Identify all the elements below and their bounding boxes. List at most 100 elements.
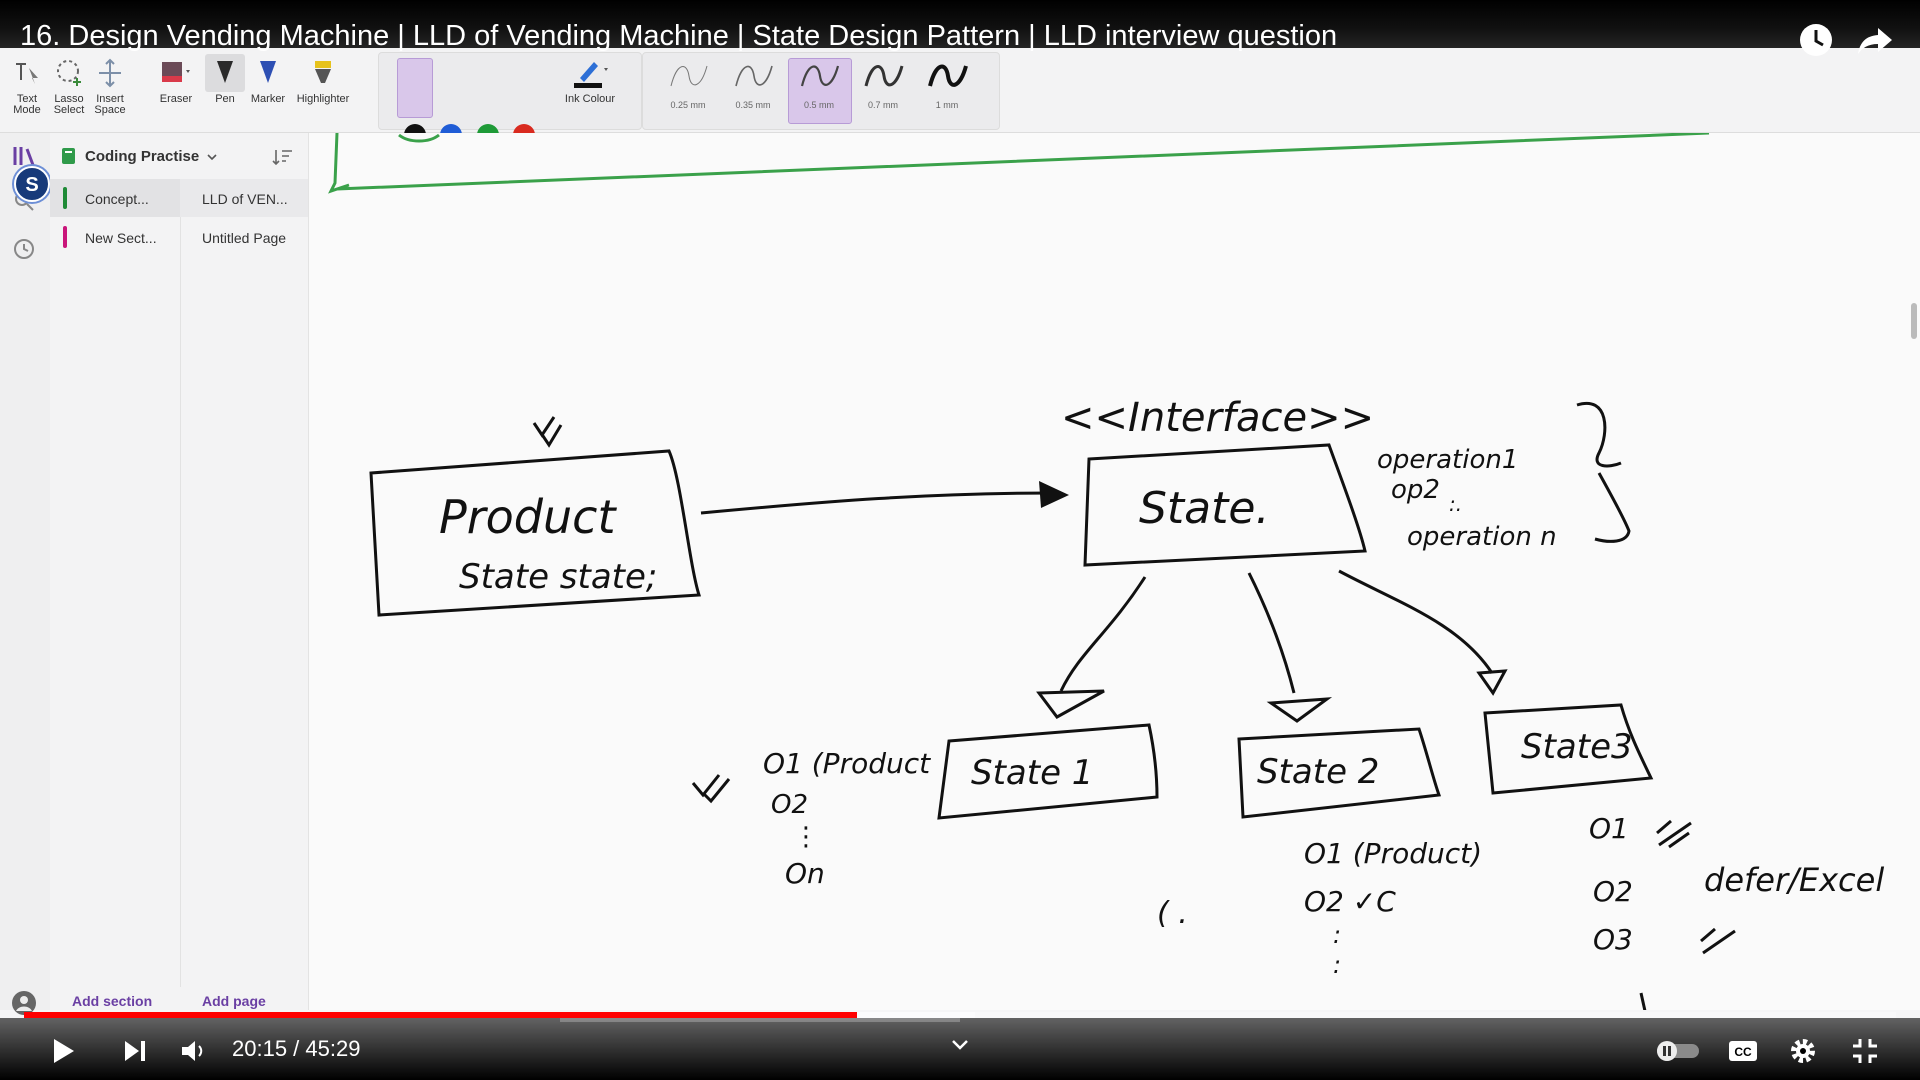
inheritance-triangle xyxy=(1036,689,1105,719)
eraser-tool[interactable]: Eraser xyxy=(152,54,200,105)
eraser-icon xyxy=(156,54,196,92)
autoplay-toggle-icon xyxy=(1657,1041,1699,1061)
add-page-button[interactable]: Add page xyxy=(202,993,266,1009)
state2-label: State 2 xyxy=(1257,752,1379,792)
thickness-label: 0.7 mm xyxy=(867,100,898,110)
thickness-label: 1 mm xyxy=(935,100,959,110)
section-color-bar xyxy=(63,187,67,209)
eraser-label: Eraser xyxy=(159,93,193,105)
chevron-down-icon[interactable] xyxy=(950,1038,970,1052)
thickness-label: 0.5 mm xyxy=(803,100,834,110)
time-display: 20:15 / 45:29 xyxy=(232,1036,361,1061)
lasso-select-tool[interactable]: Lasso Select xyxy=(48,54,90,116)
checkmark-icon xyxy=(532,416,563,448)
thickness-stroke-icon xyxy=(735,65,773,87)
chevron-down-icon[interactable] xyxy=(205,151,219,163)
recent-clock-icon[interactable] xyxy=(12,237,36,261)
highlighter-tool[interactable]: Highlighter xyxy=(292,54,354,105)
thickness-label: 0.35 mm xyxy=(735,100,771,110)
checkmark-icon xyxy=(691,774,731,804)
section-item[interactable]: New Sect... xyxy=(85,230,157,246)
state2-op: : xyxy=(1333,921,1341,949)
captions-icon: CC xyxy=(1729,1041,1757,1061)
association-arrow xyxy=(700,491,1055,515)
watch-later-clock-icon[interactable] xyxy=(1796,20,1836,60)
play-button[interactable] xyxy=(42,1030,84,1072)
parenthesis-note: ( . xyxy=(1157,896,1188,931)
sort-icon[interactable] xyxy=(272,147,294,167)
thickness-option-035[interactable]: 0.35 mm xyxy=(725,58,781,126)
notebook-name[interactable]: Coding Practise xyxy=(85,148,199,165)
notebooks-icon[interactable] xyxy=(12,145,38,167)
video-title-bar: 16. Design Vending Machine | LLD of Vend… xyxy=(0,0,1920,56)
highlighter-icon xyxy=(303,54,343,92)
settings-button[interactable] xyxy=(1782,1030,1824,1072)
svg-text:CC: CC xyxy=(1734,1045,1752,1059)
selected-color-highlight xyxy=(397,58,433,118)
volume-button[interactable] xyxy=(172,1030,214,1072)
curly-brace-stroke xyxy=(1576,401,1631,543)
insert-space-icon xyxy=(90,54,130,92)
ink-colour-icon xyxy=(570,54,610,92)
thickness-label: 0.25 mm xyxy=(670,100,706,110)
progress-bar[interactable] xyxy=(24,1012,1896,1018)
share-arrow-icon[interactable] xyxy=(1856,20,1896,60)
state3-op: O3 xyxy=(1593,923,1633,956)
checkmark-icon xyxy=(1700,927,1736,955)
operation-item: operation1 xyxy=(1377,445,1518,475)
svg-text:S: S xyxy=(25,174,38,196)
state2-op: : xyxy=(1333,951,1341,979)
page-item: LLD of VEN... xyxy=(202,191,288,207)
state-label: State. xyxy=(1139,483,1269,534)
thickness-stroke-icon xyxy=(670,65,708,87)
exit-fullscreen-button[interactable] xyxy=(1844,1030,1886,1072)
text-mode-icon xyxy=(7,54,47,92)
next-button[interactable] xyxy=(114,1030,156,1072)
operation-item: op2 xyxy=(1391,475,1440,505)
skip-next-icon xyxy=(125,1041,145,1061)
notebook-navigation-pane: Coding Practise Concept... New Sect... L… xyxy=(50,133,309,1010)
state3-note: defer/Excel xyxy=(1704,861,1884,899)
pen-tool[interactable]: Pen xyxy=(204,54,246,105)
inheritance-triangle xyxy=(1476,669,1508,696)
checkmark-icon xyxy=(1656,819,1692,849)
thickness-option-025[interactable]: 0.25 mm xyxy=(660,58,716,126)
thickness-option-07[interactable]: 0.7 mm xyxy=(855,58,911,126)
state1-op: O2 xyxy=(771,790,808,820)
gear-icon xyxy=(1791,1039,1815,1063)
operation-item: :. xyxy=(1449,492,1462,516)
thickness-option-05[interactable]: 0.5 mm xyxy=(791,58,847,126)
highlighter-label: Highlighter xyxy=(296,93,350,105)
state3-op: O2 xyxy=(1593,875,1633,908)
pen-icon xyxy=(205,54,245,92)
interface-label: <<Interface>> xyxy=(1061,395,1374,441)
product-field-label: State state; xyxy=(459,557,657,597)
add-section-button[interactable]: Add section xyxy=(72,993,152,1009)
pane-divider xyxy=(180,217,181,987)
thickness-option-1[interactable]: 1 mm xyxy=(919,58,975,126)
thickness-stroke-icon xyxy=(800,65,840,87)
page-item[interactable]: Untitled Page xyxy=(202,230,286,246)
state2-op: O1 (Product) xyxy=(1304,837,1482,870)
volume-icon xyxy=(182,1041,203,1061)
state1-op: On xyxy=(785,857,825,890)
marker-label: Marker xyxy=(250,93,286,105)
onenote-ribbon: Text Mode Lasso Select Insert Space Eras… xyxy=(0,48,1920,146)
text-mode-label: Text Mode xyxy=(13,93,41,116)
play-icon xyxy=(54,1039,74,1063)
captions-button[interactable]: CC xyxy=(1722,1030,1764,1072)
pen-label: Pen xyxy=(215,93,235,105)
insert-space-tool[interactable]: Insert Space xyxy=(89,54,131,116)
product-label: Product xyxy=(439,490,617,544)
video-title[interactable]: 16. Design Vending Machine | LLD of Vend… xyxy=(20,20,1337,53)
ink-colour-tool[interactable]: Ink Colour xyxy=(562,54,618,105)
marker-tool[interactable]: Marker xyxy=(247,54,289,105)
marker-icon xyxy=(248,54,288,92)
autoplay-toggle[interactable] xyxy=(1654,1030,1702,1072)
skype-s-badge-icon[interactable]: S xyxy=(14,166,50,202)
lasso-select-label: Lasso Select xyxy=(53,93,85,116)
note-canvas[interactable]: Product State state; <<Interface>> State… xyxy=(309,131,1920,1012)
onenote-left-rail xyxy=(0,133,51,1015)
text-mode-tool[interactable]: Text Mode xyxy=(6,54,48,116)
canvas-scrollbar[interactable] xyxy=(1911,303,1917,339)
